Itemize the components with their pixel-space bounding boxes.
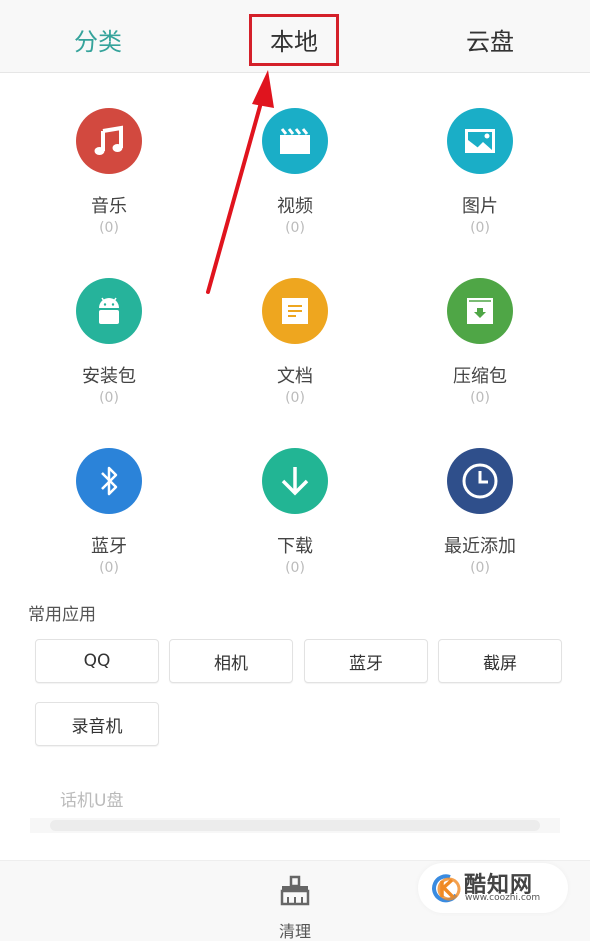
category-count: (0) [470, 560, 490, 576]
category-label: 最近添加 [444, 536, 516, 557]
clean-label: 清理 [278, 922, 311, 941]
category-count: (0) [99, 390, 119, 406]
category-count: (0) [285, 560, 305, 576]
music-note-icon [76, 108, 142, 174]
clean-button[interactable] [270, 875, 320, 911]
picture-icon [447, 108, 513, 174]
category-bluetooth[interactable]: 蓝牙 (0) [34, 448, 184, 577]
category-label: 下载 [277, 536, 313, 557]
category-archives[interactable]: 压缩包 (0) [405, 278, 555, 407]
category-apk[interactable]: 安装包 (0) [34, 278, 184, 407]
category-count: (0) [470, 390, 490, 406]
category-count: (0) [285, 390, 305, 406]
category-count: (0) [99, 220, 119, 236]
category-label: 音乐 [91, 196, 127, 217]
tab-category[interactable]: 分类 [74, 22, 122, 57]
category-documents[interactable]: 文档 (0) [220, 278, 370, 407]
category-label: 文档 [277, 366, 313, 387]
category-downloads[interactable]: 下载 (0) [220, 448, 370, 577]
category-label: 安装包 [82, 366, 136, 387]
document-icon [262, 278, 328, 344]
app-button-camera[interactable]: 相机 [169, 639, 293, 683]
app-button-bluetooth[interactable]: 蓝牙 [304, 639, 428, 683]
bluetooth-icon [76, 448, 142, 514]
category-recent[interactable]: 最近添加 (0) [405, 448, 555, 577]
archive-icon [447, 278, 513, 344]
annotation-highlight-box [249, 14, 339, 66]
category-video[interactable]: 视频 (0) [220, 108, 370, 237]
category-count: (0) [470, 220, 490, 236]
common-apps-title: 常用应用 [28, 605, 96, 625]
app-button-recorder[interactable]: 录音机 [35, 702, 159, 746]
tab-cloud[interactable]: 云盘 [466, 22, 514, 57]
broom-icon [280, 875, 310, 906]
category-pictures[interactable]: 图片 (0) [405, 108, 555, 237]
storage-label[interactable]: 话机U盘 [60, 786, 123, 811]
coozhi-logo-icon [432, 874, 461, 903]
watermark: 酷知网 www.coozhi.com [418, 863, 568, 913]
app-button-qq[interactable]: QQ [35, 639, 159, 683]
storage-bar [50, 820, 540, 831]
category-label: 视频 [277, 196, 313, 217]
category-label: 蓝牙 [91, 536, 127, 557]
category-count: (0) [285, 220, 305, 236]
clock-icon [447, 448, 513, 514]
android-icon [76, 278, 142, 344]
clapperboard-icon [262, 108, 328, 174]
category-label: 压缩包 [453, 366, 507, 387]
category-count: (0) [99, 560, 119, 576]
app-button-screenshot[interactable]: 截屏 [438, 639, 562, 683]
download-arrow-icon [262, 448, 328, 514]
category-label: 图片 [462, 196, 498, 217]
watermark-url: www.coozhi.com [465, 893, 541, 903]
category-music[interactable]: 音乐 (0) [34, 108, 184, 237]
